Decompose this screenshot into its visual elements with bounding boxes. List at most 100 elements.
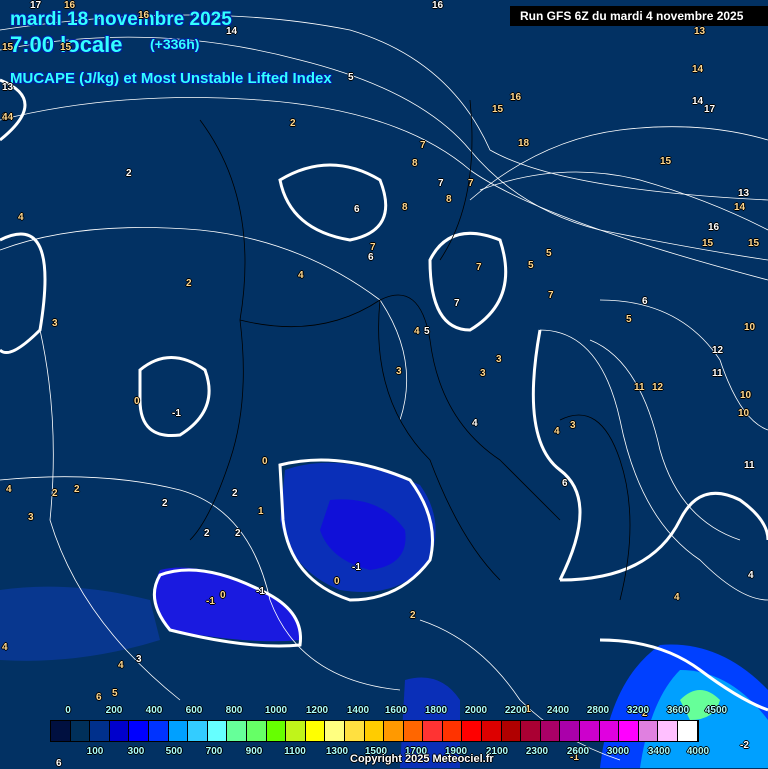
contour-label: 5 [112, 688, 118, 699]
run-info: Run GFS 6Z du mardi 4 novembre 2025 [510, 6, 768, 26]
color-scale-label: 1300 [325, 746, 349, 757]
contour-label: 12 [712, 345, 724, 356]
forecast-lead-time: (+336h) [150, 36, 200, 52]
contour-label: 0 [220, 590, 226, 601]
color-scale-label: 3400 [647, 746, 671, 757]
color-scale-label: 300 [127, 746, 145, 757]
contour-label: 3 [570, 420, 576, 431]
color-scale-cell [168, 721, 189, 741]
contour-label: 2 [186, 278, 192, 289]
color-scale-cell [482, 721, 502, 741]
color-scale-label: 3000 [606, 746, 630, 757]
contour-label: 6 [368, 252, 374, 263]
contour-label: 7 [468, 178, 474, 189]
contour-label: 5 [528, 260, 534, 271]
contour-label: 8 [402, 202, 408, 213]
color-scale-label: 3600 [666, 705, 690, 716]
color-scale-label: 800 [225, 705, 243, 716]
color-scale-label: 4500 [704, 705, 728, 716]
contour-label: 3 [136, 654, 142, 665]
color-scale-cell [678, 721, 698, 741]
color-scale-label: 1400 [346, 705, 370, 716]
contour-label: 16 [510, 92, 522, 103]
color-scale-cell [599, 721, 620, 741]
color-scale-label: 100 [86, 746, 104, 757]
contour-label: 10 [740, 390, 752, 401]
contour-label: 13 [738, 188, 750, 199]
contour-label: 15 [2, 42, 14, 53]
contour-label: 4 [6, 484, 12, 495]
color-scale-label: 400 [145, 705, 163, 716]
color-scale-cell [51, 721, 71, 741]
color-scale-cell [384, 721, 404, 741]
color-scale-cell [521, 721, 541, 741]
color-scale-cell [227, 721, 247, 741]
contour-label: 7 [420, 140, 426, 151]
color-scale-label: 1200 [305, 705, 329, 716]
contour-label: 15 [492, 104, 504, 115]
contour-label: 15 [60, 42, 72, 53]
contour-label: 2 [410, 610, 416, 621]
color-scale-cell [188, 721, 208, 741]
contour-label: 4 [298, 270, 304, 281]
color-scale [50, 720, 699, 742]
color-scale-label: 2400 [546, 705, 570, 716]
contour-label: 12 [652, 382, 664, 393]
contour-label: 16 [64, 0, 76, 11]
color-scale-cell [148, 721, 169, 741]
contour-label: 13 [694, 26, 706, 37]
contour-label: 0 [334, 576, 340, 587]
color-scale-label: 4000 [686, 746, 710, 757]
color-scale-label: 900 [245, 746, 263, 757]
contour-label: 17 [30, 0, 42, 11]
contour-label: 6 [354, 204, 360, 215]
color-scale-cell [305, 721, 326, 741]
color-scale-cell [560, 721, 581, 741]
parameter-title: MUCAPE (J/kg) et Most Unstable Lifted In… [10, 70, 332, 87]
contour-label: 13 [2, 82, 14, 93]
contour-label: 16 [138, 10, 150, 21]
contour-label: 10 [744, 322, 756, 333]
color-scale-cell [540, 721, 561, 741]
color-scale-cell [580, 721, 600, 741]
contour-label: 2 [232, 488, 238, 499]
color-scale-cell [325, 721, 345, 741]
contour-label: 4 [2, 112, 8, 123]
color-scale-cell [246, 721, 267, 741]
color-scale-label: 2600 [566, 746, 590, 757]
color-scale-label: 1000 [264, 705, 288, 716]
color-scale-label: 0 [65, 705, 71, 716]
contour-label: -1 [172, 408, 181, 419]
color-scale-label: 2800 [586, 705, 610, 716]
contour-label: 17 [704, 104, 716, 115]
contour-label: 1 [258, 506, 264, 517]
contour-label: 4 [674, 592, 680, 603]
color-scale-cell [423, 721, 443, 741]
forecast-date: mardi 18 novembre 2025 [10, 9, 232, 30]
color-scale-cell [638, 721, 659, 741]
contour-label: 4 [18, 212, 24, 223]
color-scale-cell [207, 721, 228, 741]
contour-label: 15 [748, 238, 760, 249]
contour-label: -1 [206, 596, 215, 607]
contour-label: 2 [52, 488, 58, 499]
contour-label: 3 [52, 318, 58, 329]
color-scale-cell [364, 721, 385, 741]
contour-label: 5 [626, 314, 632, 325]
contour-label: 6 [56, 758, 62, 769]
contour-label: 8 [412, 158, 418, 169]
contour-label: 14 [692, 96, 704, 107]
contour-label: 5 [348, 72, 354, 83]
contour-label: -1 [256, 586, 265, 597]
color-scale-cell [403, 721, 424, 741]
color-scale-cell [344, 721, 365, 741]
contour-label: 4 [118, 660, 124, 671]
color-scale-cell [501, 721, 522, 741]
contour-label: 11 [634, 382, 645, 393]
contour-label: 16 [708, 222, 720, 233]
contour-label: 5 [546, 248, 552, 259]
contour-label: 7 [476, 262, 482, 273]
contour-label: 7 [548, 290, 554, 301]
contour-label: -1 [352, 562, 361, 573]
color-scale-label: 1800 [424, 705, 448, 716]
